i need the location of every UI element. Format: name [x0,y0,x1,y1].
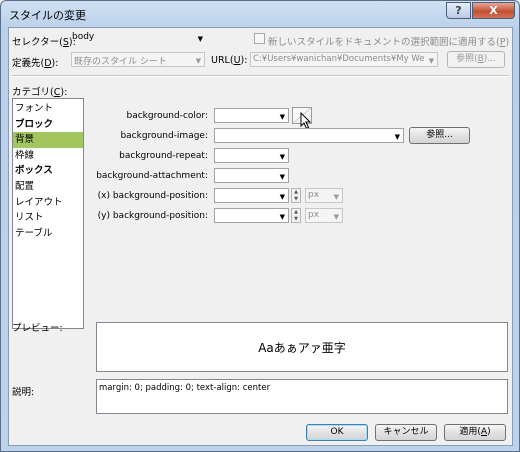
define-in-value: 既存のスタイル シート [74,57,167,67]
preview-box: Aaあぁアァ亜字 [96,322,508,372]
position-x-spinner[interactable]: ▲ ▼ [291,188,301,203]
dialog-window: スタイルの変更 ? X セレクター(S): body ▼ 新しいスタイルをドキュ… [0,0,520,452]
category-item-position[interactable]: 配置 [13,179,83,195]
category-item-block[interactable]: ブロック [13,117,83,133]
background-image-combo[interactable]: ▼ [214,128,404,143]
cancel-button[interactable]: キャンセル [375,424,437,441]
background-color-label: background-color: [126,111,208,121]
selector-value: body [72,32,95,42]
background-repeat-combo[interactable]: ▼ [214,148,289,163]
background-attachment-label: background-attachment: [96,171,208,181]
help-button[interactable]: ? [446,2,471,19]
background-position-y-combo[interactable]: ▼ [214,208,289,223]
url-value: C:¥Users¥wanichan¥Documents¥My We [253,54,425,64]
chevron-down-icon: ▼ [195,57,201,65]
apply-button[interactable]: 適用(A) [444,424,506,441]
background-repeat-label: background-repeat: [119,151,208,161]
background-position-x-combo[interactable]: ▼ [214,188,289,203]
category-item-list[interactable]: リスト [13,210,83,226]
close-button[interactable]: X [472,2,515,19]
chevron-down-icon: ▼ [394,133,400,141]
close-icon: X [489,4,498,17]
preview-text: Aaあぁアァ亜字 [258,340,346,355]
define-in-combo[interactable]: 既存のスタイル シート ▼ [71,52,205,67]
category-list[interactable]: フォント ブロック 背景 枠線 ボックス 配置 レイアウト リスト テーブル [12,98,84,329]
position-x-unit-combo[interactable]: px ▼ [305,188,343,203]
title-bar[interactable]: スタイルの変更 ? X [1,1,519,27]
selector-label: セレクター(S): [12,37,76,48]
category-item-font[interactable]: フォント [13,101,83,117]
position-y-unit-value: px [308,210,320,220]
description-box: margin: 0; padding: 0; text-align: cente… [96,379,508,414]
description-text: margin: 0; padding: 0; text-align: cente… [99,383,271,393]
preview-label: プレビュー: [12,323,63,334]
position-x-unit-value: px [308,190,320,200]
apply-new-style-checkbox[interactable] [254,33,265,44]
define-in-label: 定義先(D): [12,58,59,69]
window-title: スタイルの変更 [9,9,86,22]
spin-down-icon[interactable]: ▼ [292,216,300,223]
chevron-down-icon: ▼ [279,153,285,161]
ok-button[interactable]: OK [306,424,368,441]
background-image-label: background-image: [120,131,208,141]
background-attachment-combo[interactable]: ▼ [214,168,289,183]
help-icon: ? [455,4,462,17]
chevron-down-icon: ▼ [333,193,339,201]
category-item-table[interactable]: テーブル [13,226,83,242]
background-image-browse-button[interactable]: 参照... [409,127,470,144]
chevron-down-icon: ▼ [279,193,285,201]
apply-new-style-label: 新しいスタイルをドキュメントの選択範囲に適用する(P) [268,37,510,48]
separator [12,75,509,77]
url-label: URL(U): [211,55,248,66]
category-item-border[interactable]: 枠線 [13,148,83,164]
chevron-down-icon: ▼ [279,173,285,181]
category-item-layout[interactable]: レイアウト [13,195,83,211]
background-position-y-label: (y) background-position: [97,211,208,221]
chevron-down-icon: ▼ [197,35,203,43]
url-combo[interactable]: C:¥Users¥wanichan¥Documents¥My We ▼ [250,52,438,67]
chevron-down-icon: ▼ [428,57,434,65]
chevron-down-icon: ▼ [279,113,285,121]
chevron-down-icon: ▼ [333,213,339,221]
browse-url-button[interactable]: 参照(B)... [447,51,505,68]
dialog-body: セレクター(S): body ▼ 新しいスタイルをドキュメントの選択範囲に適用す… [8,27,513,446]
description-label: 説明: [12,387,35,398]
category-item-background[interactable]: 背景 [13,132,83,148]
selector-combo[interactable]: body ▼ [70,31,206,46]
background-position-x-label: (x) background-position: [97,191,208,201]
category-label: カテゴリ(C): [12,87,68,98]
background-color-combo[interactable]: ▼ [214,108,289,123]
spin-down-icon[interactable]: ▼ [292,196,300,203]
position-y-spinner[interactable]: ▲ ▼ [291,208,301,223]
position-y-unit-combo[interactable]: px ▼ [305,208,343,223]
chevron-down-icon: ▼ [279,213,285,221]
category-item-box[interactable]: ボックス [13,163,83,179]
